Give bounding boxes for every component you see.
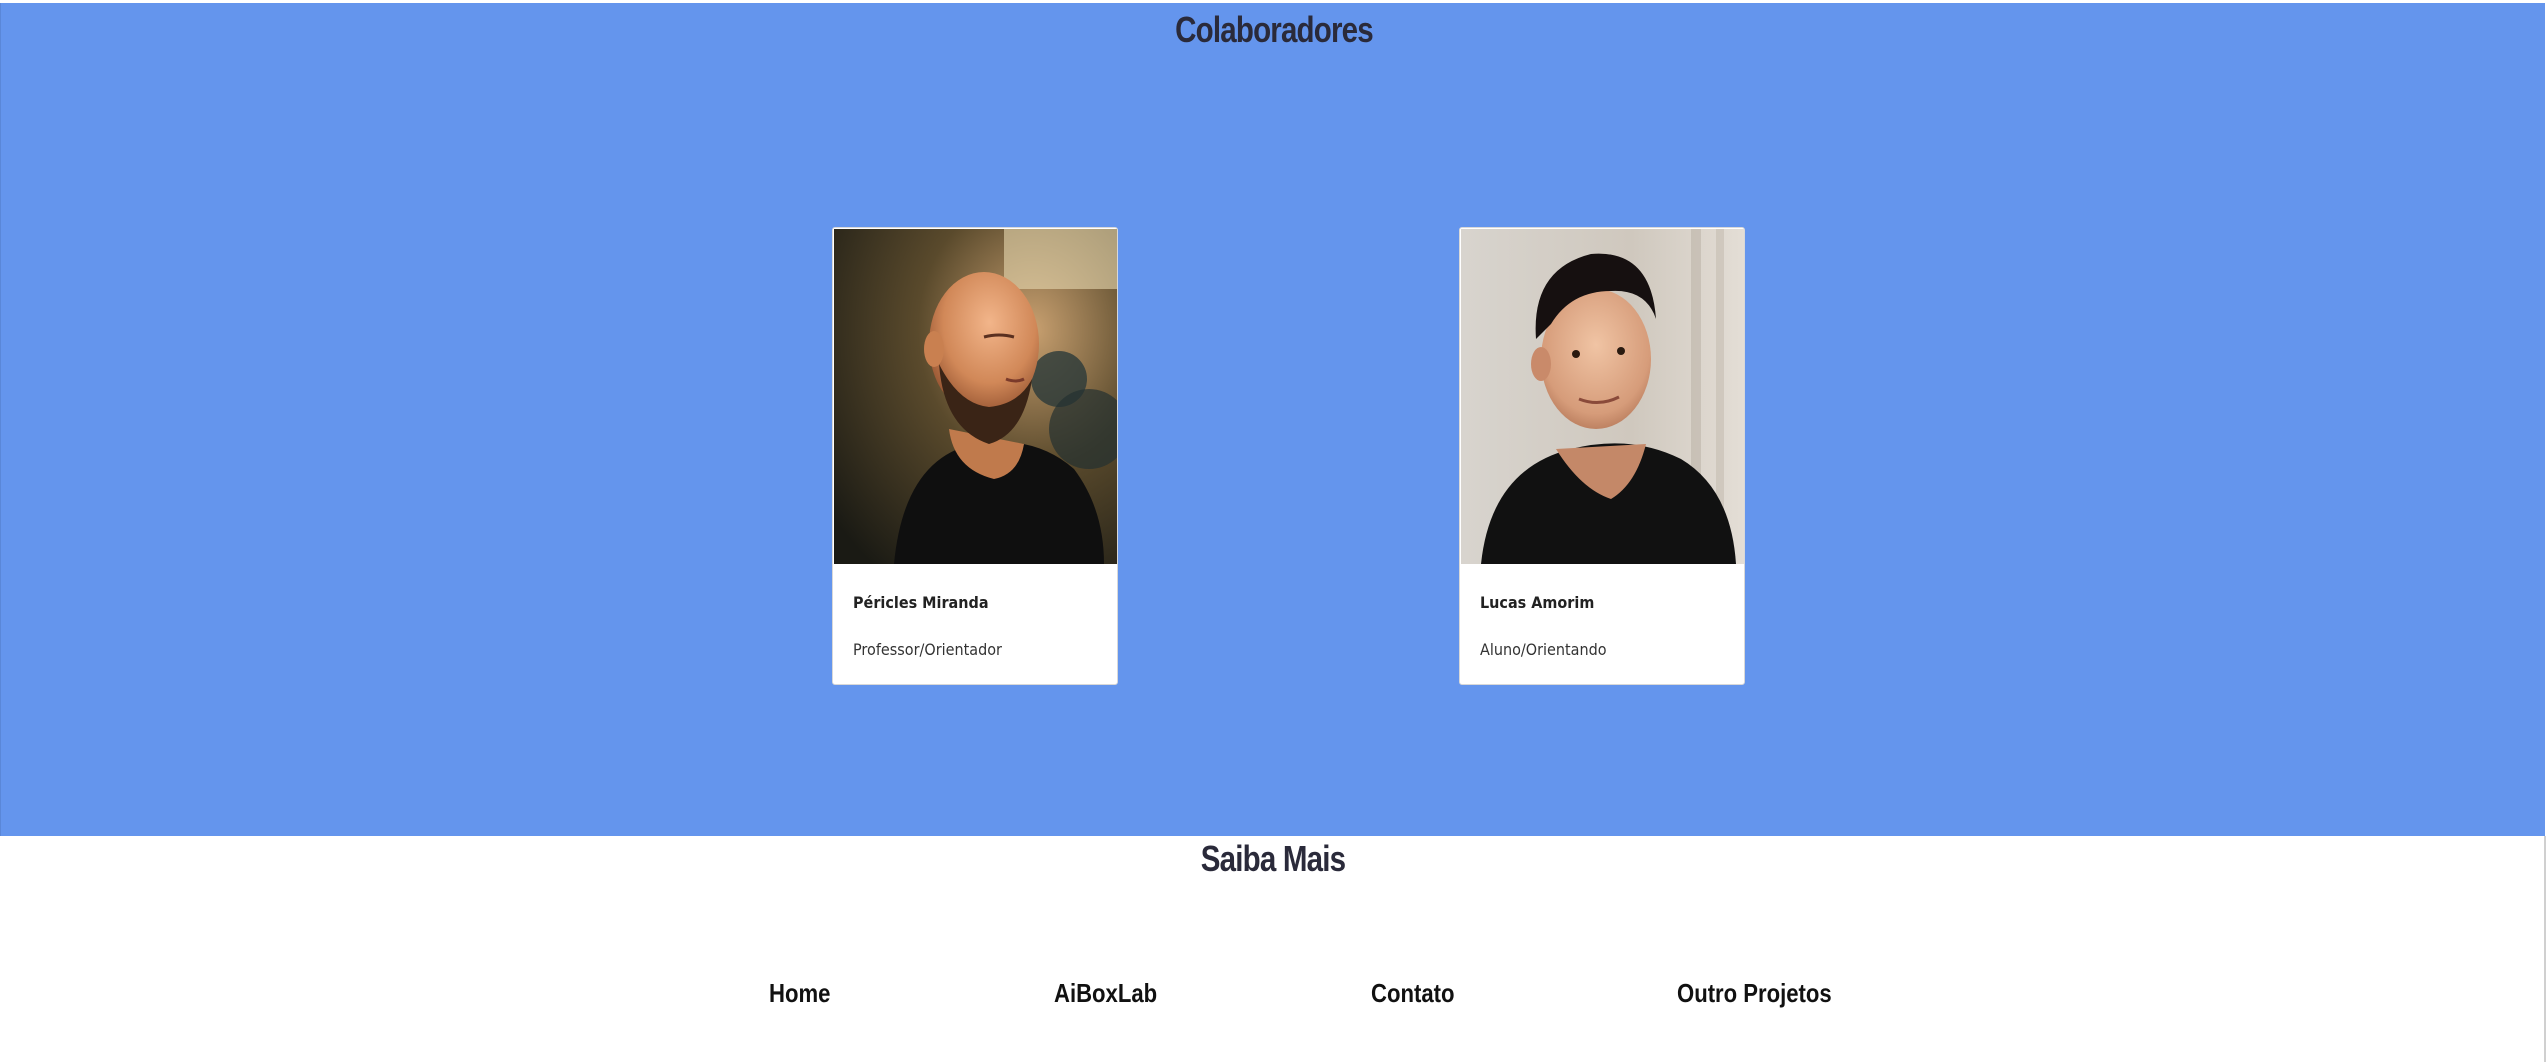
collaborator-card: Lucas Amorim Aluno/Orientando — [1459, 227, 1745, 685]
collaborator-card: Péricles Miranda Professor/Orientador — [832, 227, 1118, 685]
footer-link-contato[interactable]: Contato — [1371, 978, 1454, 1009]
collaborator-name: Péricles Miranda — [853, 593, 989, 612]
collaborator-role: Professor/Orientador — [853, 640, 1002, 659]
collaborators-section: Colaboradores Péricles Miranda Professor… — [0, 3, 2545, 836]
footer-link-aiboxlab[interactable]: AiBoxLab — [1054, 978, 1157, 1009]
footer-link-home[interactable]: Home — [769, 978, 830, 1009]
collaborator-role: Aluno/Orientando — [1480, 640, 1607, 659]
footer-link-outros-projetos[interactable]: Outro Projetos — [1677, 978, 1832, 1009]
collaborator-photo-pericles — [834, 229, 1117, 564]
saiba-mais-title: Saiba Mais — [1200, 838, 1346, 879]
collaborator-name: Lucas Amorim — [1480, 593, 1595, 612]
page: Colaboradores Péricles Miranda Professor… — [0, 0, 2546, 1062]
collaborator-photo-lucas — [1461, 229, 1744, 564]
collaborators-title: Colaboradores — [1175, 9, 1373, 50]
